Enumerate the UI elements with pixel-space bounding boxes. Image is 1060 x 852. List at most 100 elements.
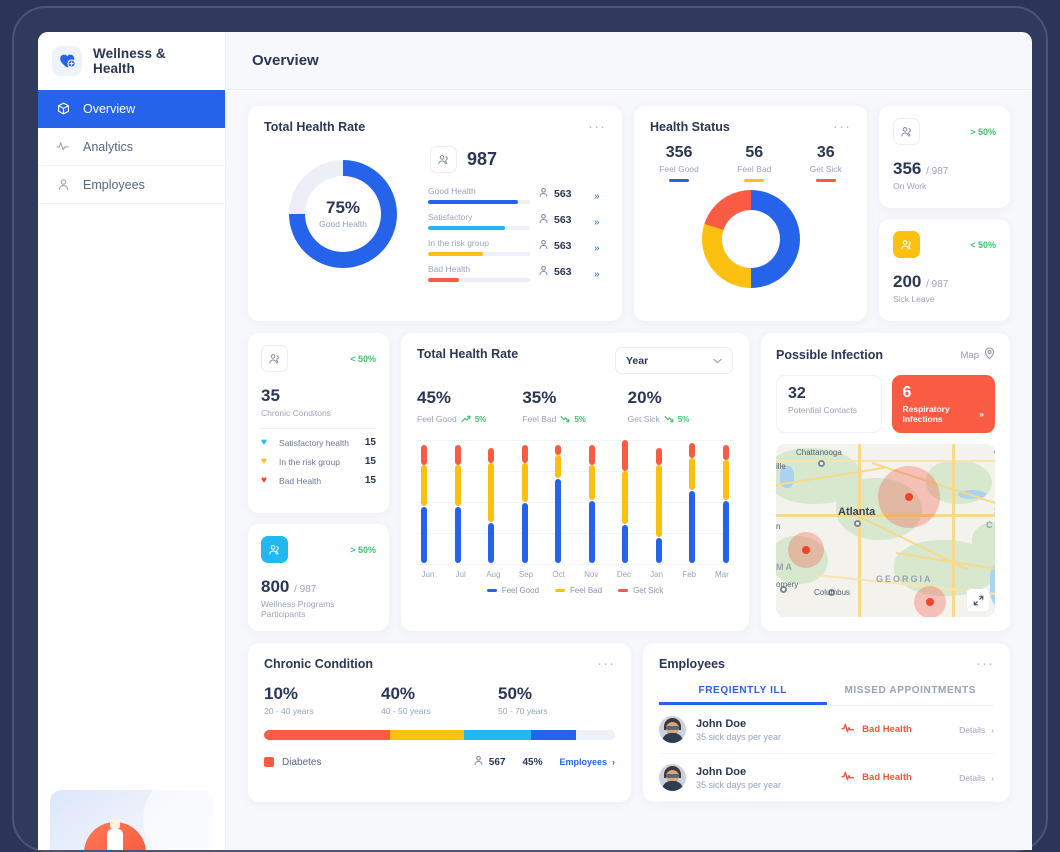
row-expand-button[interactable]: » xyxy=(594,191,606,204)
bar-column[interactable] xyxy=(622,440,629,564)
bar-column[interactable] xyxy=(689,440,696,564)
wellness-value: 800 / 987 xyxy=(261,577,376,597)
tab-frequently-ill[interactable]: FREQIENTLY ILL xyxy=(659,685,827,705)
infection-marker[interactable] xyxy=(802,546,810,554)
legend-item[interactable]: Feel Bad xyxy=(555,586,602,595)
health-bar-label: Good Health xyxy=(428,186,476,196)
bar-segment xyxy=(454,507,461,563)
x-axis-tick: Aug xyxy=(486,570,501,579)
row-expand-button[interactable]: » xyxy=(594,269,606,282)
mini-card-caption: On Work xyxy=(893,181,927,191)
donut-center: 75% Good Health xyxy=(305,175,381,252)
mini-card-value: 356 / 987 xyxy=(893,159,996,179)
respiratory-infections-tile[interactable]: 6 Respiratory Infections » xyxy=(891,375,995,433)
good-health-donut-chart: 75% Good Health xyxy=(289,159,397,268)
map-toggle-button[interactable]: Map xyxy=(961,347,995,363)
tab-missed-appointments[interactable]: MISSED APPOINTMENTS xyxy=(827,685,995,705)
progress-track xyxy=(428,226,530,230)
breakdown-label: In the risk group xyxy=(279,456,340,467)
donut-percent: 75% xyxy=(325,198,361,217)
map-city-label: Chattanooga xyxy=(796,448,842,457)
promo-bubble xyxy=(143,790,213,850)
card-title: Chronic Condition xyxy=(264,657,374,671)
row-expand-button[interactable]: » xyxy=(594,217,606,230)
pulse-icon xyxy=(841,769,856,787)
health-breakdown: 987 Good Health 563» Satisfactory 563» In th… xyxy=(428,138,606,289)
stat-color-dash xyxy=(744,179,765,182)
progress-track xyxy=(428,200,530,204)
bar-column[interactable] xyxy=(488,440,495,564)
sidebar-item-analytics[interactable]: Analytics xyxy=(38,128,225,166)
employee-row[interactable]: John Doe 35 sick days per year Bad Health D… xyxy=(659,754,994,802)
person-icon xyxy=(56,178,70,192)
bar-segment xyxy=(622,471,629,525)
sidebar-promo-card[interactable] xyxy=(50,790,213,850)
bar-column[interactable] xyxy=(722,440,729,564)
employees-card: Employees ··· FREQIENTLY ILL MISSED APPO… xyxy=(643,643,1010,802)
row-expand-button[interactable]: » xyxy=(594,243,606,256)
kpi-delta: 5% xyxy=(677,414,690,424)
employee-status: Bad Health xyxy=(862,772,912,783)
map-region-label: SOU xyxy=(994,506,995,516)
bar-column[interactable] xyxy=(521,440,528,564)
distribution-segment xyxy=(464,730,531,740)
chronic-conditions-card: < 50% 35 Chronic Conditons ♥ Satisfactory… xyxy=(248,333,389,513)
sidebar-item-overview[interactable]: Overview xyxy=(38,90,225,128)
map-region-label: CARO xyxy=(986,520,995,530)
infection-marker[interactable] xyxy=(905,493,913,501)
divider xyxy=(261,428,376,429)
chart-legend: Feel Good Feel Bad Get Sick xyxy=(417,586,733,595)
legend-item[interactable]: Get Sick xyxy=(618,586,663,595)
card-menu-button[interactable]: ··· xyxy=(833,119,851,134)
value-total: / 987 xyxy=(926,279,949,290)
card-menu-button[interactable]: ··· xyxy=(976,656,994,671)
bar-segment xyxy=(454,465,461,507)
health-status-donut-chart xyxy=(701,190,800,288)
bar-column[interactable] xyxy=(454,440,461,564)
percent-tag: < 50% xyxy=(350,353,376,364)
employee-list: John Doe 35 sick days per year Bad Health D… xyxy=(659,706,994,802)
health-status-stat: 356 Feel Good xyxy=(659,144,699,182)
card-menu-button[interactable]: ··· xyxy=(597,656,615,671)
bar-segment xyxy=(421,465,427,507)
period-value: Year xyxy=(626,354,649,367)
breakdown-label: Bad Health xyxy=(279,475,322,486)
chronic-breakdown-list: ♥ Satisfactory health 15 ♥ In the risk group… xyxy=(261,437,376,486)
bar-column[interactable] xyxy=(555,440,562,564)
employees-link[interactable]: Employees › xyxy=(559,757,615,767)
health-bar-row: In the risk group 563 » xyxy=(428,237,606,256)
bar-column[interactable] xyxy=(655,440,662,564)
trend-arrow-icon xyxy=(664,410,674,428)
bar-column[interactable] xyxy=(588,440,595,564)
employee-row[interactable]: John Doe 35 sick days per year Bad Health D… xyxy=(659,706,994,754)
expand-icon[interactable] xyxy=(967,589,989,611)
progress-fill xyxy=(428,226,505,230)
app-screen: Wellness & Health Overview Analytics Emp… xyxy=(38,32,1032,850)
card-menu-button[interactable]: ··· xyxy=(588,119,606,134)
bar-column[interactable] xyxy=(421,440,427,564)
employees-link-label: Employees xyxy=(559,757,607,767)
health-bar-count: 563 xyxy=(538,263,586,282)
chronic-caption: Chronic Conditons xyxy=(261,408,331,418)
dashboard-row-2: < 50% 35 Chronic Conditons ♥ Satisfactory… xyxy=(248,333,1010,631)
stat-value: 56 xyxy=(745,144,764,161)
progress-fill xyxy=(428,278,459,282)
person-icon xyxy=(473,755,484,769)
sidebar-item-employees[interactable]: Employees xyxy=(38,166,225,204)
employee-details-link[interactable]: Details › xyxy=(959,725,994,735)
infection-marker[interactable] xyxy=(926,598,934,606)
heart-plus-icon xyxy=(52,46,82,76)
period-select[interactable]: Year xyxy=(615,347,733,374)
legend-item[interactable]: Feel Good xyxy=(486,586,539,595)
infection-map[interactable]: Chattanooga Atlanta Columbus GEORGIA SOU… xyxy=(776,444,995,617)
kpi-value: 10% xyxy=(264,684,299,703)
tablet-bezel: Wellness & Health Overview Analytics Emp… xyxy=(12,6,1048,852)
cube-icon xyxy=(56,102,70,116)
heart-icon: ♥ xyxy=(261,437,267,448)
brand-name: Wellness & Health xyxy=(93,46,166,76)
kpi-value: 45% xyxy=(417,388,452,407)
bar-segment xyxy=(588,445,595,466)
employee-details-link[interactable]: Details › xyxy=(959,773,994,783)
legend-swatch xyxy=(555,589,566,592)
card-title: Total Health Rate xyxy=(264,120,366,134)
